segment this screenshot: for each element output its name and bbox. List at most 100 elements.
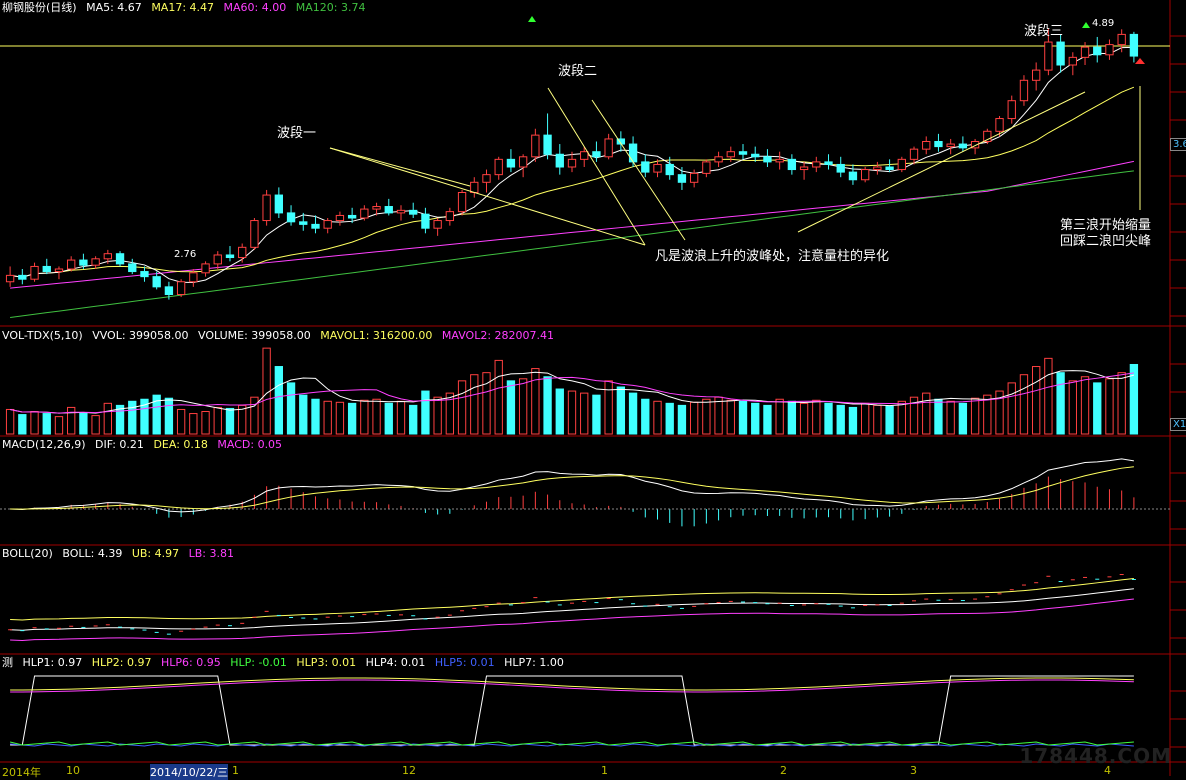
candle-body <box>103 253 112 260</box>
candle-body <box>885 166 894 171</box>
candle-body <box>751 153 760 158</box>
candle-body <box>335 214 345 222</box>
candle-body <box>1007 100 1016 120</box>
volume-bar <box>506 380 516 435</box>
volume-bar <box>1056 372 1065 435</box>
volume-bar <box>689 401 699 435</box>
volume-bar <box>543 376 552 435</box>
candle-body <box>848 171 858 181</box>
candle-body <box>689 172 699 183</box>
wave2-label: 波段二 <box>558 64 598 79</box>
annotation-line <box>329 147 646 246</box>
volume-bar <box>580 392 589 435</box>
boll-lower-line <box>10 598 1134 641</box>
candle-body <box>836 163 845 173</box>
volume-bar <box>641 398 650 435</box>
volume-bar <box>775 398 784 435</box>
candle-body <box>922 141 931 150</box>
candle-body <box>372 206 381 210</box>
volume-bar <box>616 386 626 435</box>
x-label-0: 2014年 <box>2 766 41 779</box>
right-note-2: 回踩二浪凹尖峰 <box>1060 234 1152 249</box>
price-right-tag: 3.6 <box>1170 138 1186 151</box>
boll-mid-line <box>10 588 1134 631</box>
volume-bar <box>18 414 27 435</box>
volume-bar <box>665 402 674 435</box>
candle-body <box>445 211 455 222</box>
volume-bar <box>323 400 332 435</box>
volume-bar <box>360 399 369 435</box>
candle-body <box>1093 46 1102 56</box>
volume-bar <box>1080 376 1090 435</box>
volume-bar <box>433 396 442 435</box>
main-note: 凡是波浪上升的波峰处，注意量柱的异化 <box>655 249 890 264</box>
volume-bar <box>30 411 39 435</box>
candle-body <box>775 158 784 163</box>
candle-body <box>1080 46 1090 58</box>
volume-right-tag: X1 <box>1170 418 1186 431</box>
volume-bar <box>983 394 992 435</box>
x-label-2: 2014/10/22/三 <box>150 764 229 780</box>
candle-body <box>592 151 601 158</box>
candle-body <box>323 220 332 229</box>
candle-body <box>506 158 516 168</box>
candle-body <box>604 138 613 158</box>
volume-bar <box>91 415 100 435</box>
volume-bar <box>885 405 894 435</box>
volume-bar <box>873 404 882 435</box>
candle-body <box>42 265 51 273</box>
candle-body <box>934 141 943 148</box>
volume-bar <box>518 378 528 435</box>
down-arrow-icon <box>1082 22 1090 28</box>
candle-body <box>299 221 308 225</box>
volume-bar <box>860 402 870 435</box>
volume-bar <box>421 390 430 435</box>
candle-body <box>1056 41 1065 66</box>
volume-bar <box>274 366 284 435</box>
volume-bar <box>67 406 76 435</box>
volume-bar <box>848 406 858 435</box>
volume-bar <box>787 400 797 435</box>
candle-body <box>494 158 503 176</box>
volume-bar <box>726 399 735 435</box>
candle-body <box>384 206 393 214</box>
candle-body <box>1044 41 1053 71</box>
volume-bar <box>42 413 51 435</box>
candle-body <box>543 134 552 155</box>
candle-body <box>225 254 235 259</box>
volume-bar <box>286 382 296 435</box>
dea-line <box>10 466 1134 510</box>
candle-body <box>860 169 870 181</box>
candle-body <box>262 194 271 222</box>
volume-bar <box>396 400 406 435</box>
volume-bar <box>470 374 479 435</box>
volume-bar <box>201 411 210 435</box>
volume-bar <box>1129 363 1139 435</box>
candle-body <box>812 161 821 168</box>
candle-body <box>189 272 198 283</box>
volume-bar <box>604 380 613 435</box>
candle-body <box>958 143 968 149</box>
volume-bar <box>1105 378 1114 435</box>
annotation-line <box>329 147 471 187</box>
up-arrow-icon <box>1135 58 1145 64</box>
x-label-7: 3 <box>910 764 917 777</box>
down-arrow-icon <box>528 16 536 22</box>
candle-body <box>555 153 564 168</box>
candle-body <box>91 258 100 266</box>
volume-bar <box>1044 357 1053 435</box>
volume-bar <box>592 394 601 435</box>
volume-bar <box>1032 366 1041 435</box>
candle-body <box>580 151 589 160</box>
candle-body <box>30 265 39 280</box>
candle-body <box>824 161 833 165</box>
candle-body <box>250 220 259 248</box>
x-label-4: 12 <box>402 764 416 777</box>
volume-bar <box>384 402 393 435</box>
high-price-label: 4.89 <box>1092 18 1115 29</box>
low-price-label: 2.76 <box>174 249 197 260</box>
volume-bar <box>702 398 711 435</box>
volume-bar <box>958 402 968 435</box>
candle-body <box>1032 69 1041 81</box>
candle-body <box>1117 33 1126 46</box>
